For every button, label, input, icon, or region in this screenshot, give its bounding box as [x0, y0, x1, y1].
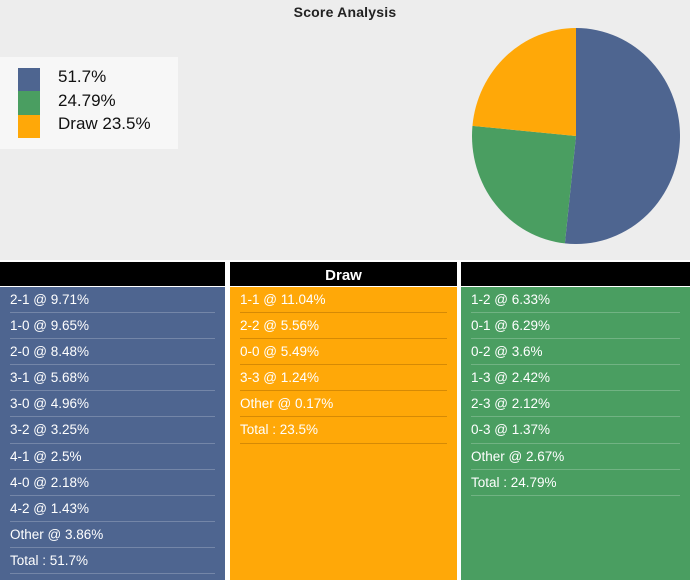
- score-column-away-header: [461, 260, 690, 287]
- score-row-draw: 0-0 @ 5.49%: [240, 339, 447, 366]
- pie-slice-2: [472, 28, 576, 136]
- score-row-home: 4-0 @ 2.18%: [10, 470, 215, 496]
- score-tables: 2-1 @ 9.71% 1-0 @ 9.65% 2-0 @ 8.48% 3-1 @ 5…: [0, 260, 690, 580]
- score-row-home: 2-0 @ 8.48%: [10, 339, 215, 366]
- pie-slice-1: [472, 125, 576, 244]
- score-row-home: Total : 51.7%: [10, 548, 215, 575]
- score-row-draw: Total : 23.5%: [240, 417, 447, 444]
- score-column-home-body: 2-1 @ 9.71% 1-0 @ 9.65% 2-0 @ 8.48% 3-1 @ 5…: [0, 287, 225, 580]
- pie-slices: [472, 28, 680, 244]
- pie-chart-svg: [472, 28, 680, 244]
- score-column-home: 2-1 @ 9.71% 1-0 @ 9.65% 2-0 @ 8.48% 3-1 @ 5…: [0, 260, 225, 580]
- score-column-draw: Draw 1-1 @ 11.04% 2-2 @ 5.56% 0-0 @ 5.49% 3…: [230, 260, 457, 580]
- score-row-home: Other @ 3.86%: [10, 522, 215, 548]
- score-column-home-header: [0, 260, 225, 287]
- score-row-away: 0-3 @ 1.37%: [471, 417, 680, 444]
- score-column-away: 1-2 @ 6.33% 0-1 @ 6.29% 0-2 @ 3.6% 1-3 @ 2.…: [461, 260, 690, 580]
- pie-chart: [472, 28, 680, 244]
- legend-label-away: 24.79%: [58, 90, 116, 110]
- score-row-home: 3-0 @ 4.96%: [10, 391, 215, 418]
- score-row-away: 0-1 @ 6.29%: [471, 313, 680, 340]
- score-column-away-body: 1-2 @ 6.33% 0-1 @ 6.29% 0-2 @ 3.6% 1-3 @ 2.…: [461, 287, 690, 580]
- score-row-away: Other @ 2.67%: [471, 444, 680, 470]
- legend-swatch-away: [18, 91, 40, 115]
- score-row-draw: 1-1 @ 11.04%: [240, 287, 447, 314]
- pie-legend: 51.7% 24.79% Draw 23.5%: [0, 57, 178, 149]
- score-column-draw-body: 1-1 @ 11.04% 2-2 @ 5.56% 0-0 @ 5.49% 3-3 @ …: [230, 287, 457, 580]
- score-row-home: 4-1 @ 2.5%: [10, 444, 215, 470]
- legend-swatch-group: [18, 68, 40, 138]
- legend-swatch-draw: [18, 114, 40, 138]
- score-row-home: 3-1 @ 5.68%: [10, 365, 215, 392]
- score-row-away: 1-3 @ 2.42%: [471, 365, 680, 392]
- score-column-draw-header: Draw: [230, 260, 457, 287]
- score-row-home: 2-1 @ 9.71%: [10, 287, 215, 314]
- score-row-draw: 3-3 @ 1.24%: [240, 365, 447, 392]
- legend-label-group: 51.7% 24.79% Draw 23.5%: [58, 65, 151, 136]
- legend-label-home: 51.7%: [58, 67, 107, 86]
- score-row-away: 0-2 @ 3.6%: [471, 339, 680, 366]
- score-row-home: 4-2 @ 1.43%: [10, 496, 215, 522]
- score-row-away: 1-2 @ 6.33%: [471, 287, 680, 314]
- score-row-away: Total : 24.79%: [471, 470, 680, 496]
- score-row-away: 2-3 @ 2.12%: [471, 391, 680, 418]
- legend-label-draw: Draw 23.5%: [58, 114, 151, 133]
- score-row-home: 1-0 @ 9.65%: [10, 313, 215, 340]
- page-title: Score Analysis: [293, 4, 397, 20]
- legend-swatch-home: [18, 68, 40, 92]
- score-row-draw: Other @ 0.17%: [240, 391, 447, 418]
- score-row-home: 3-2 @ 3.25%: [10, 417, 215, 444]
- chart-area: Score Analysis 51.7% 24.79% Draw 23.5%: [0, 0, 690, 260]
- score-row-draw: 2-2 @ 5.56%: [240, 313, 447, 340]
- pie-slice-0: [564, 28, 680, 244]
